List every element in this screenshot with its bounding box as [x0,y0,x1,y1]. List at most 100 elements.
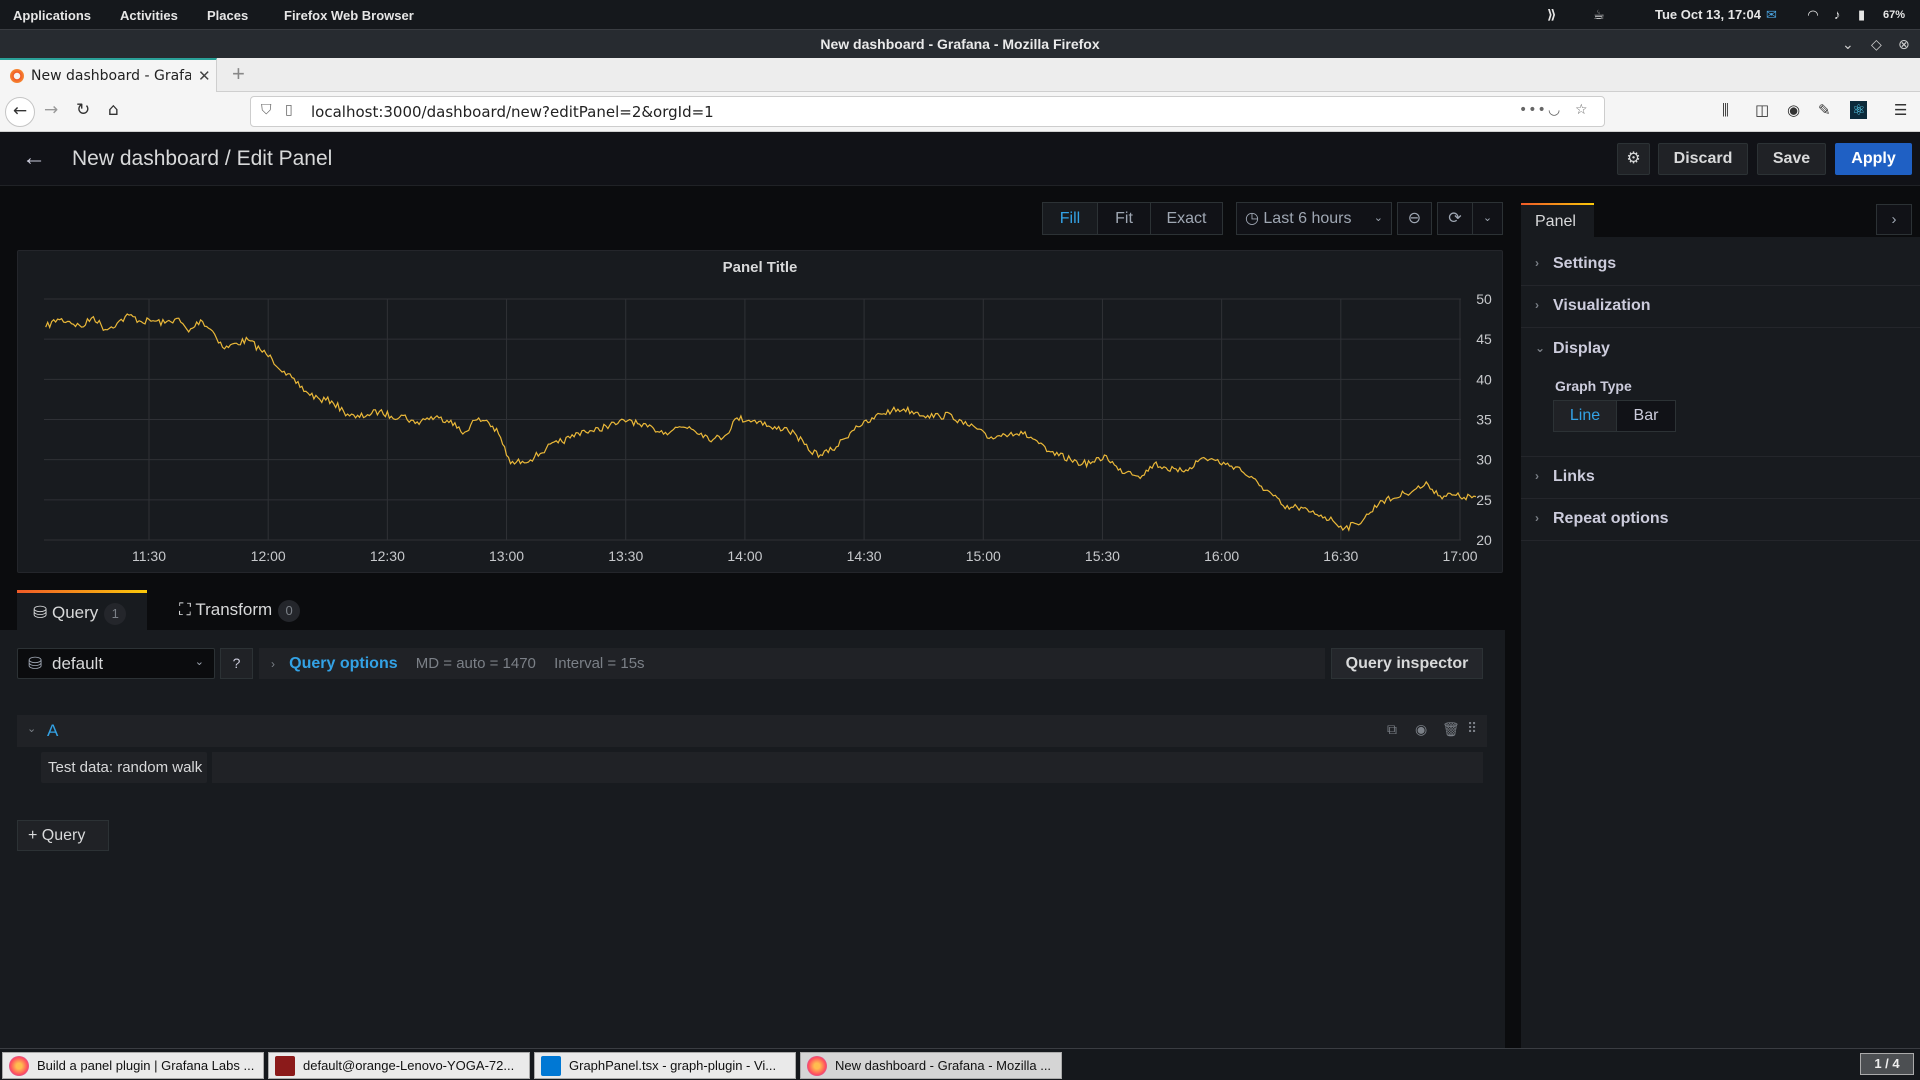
chevron-down-icon: ⌄ [194,656,204,668]
tracking-shield-icon[interactable]: ⛉ [261,102,272,118]
taskbar-item-active[interactable]: New dashboard - Grafana - Mozilla ... [800,1052,1062,1079]
battery-icon[interactable]: ▮ [1858,7,1865,23]
query-options-bar[interactable]: › Query options MD = auto = 1470 Interva… [259,648,1325,679]
query-ref-id[interactable]: A [47,721,58,741]
page-title: New dashboard / Edit Panel [72,147,333,170]
datasource-select[interactable]: ⛁ default ⌄ [17,648,215,679]
delete-query-trash-icon[interactable]: 🗑 [1442,721,1460,738]
section-display-label[interactable]: Display [1553,340,1610,358]
page-info-icon[interactable]: ▯ [285,102,293,118]
window-title-bar: New dashboard - Grafana - Mozilla Firefo… [0,30,1920,58]
workspace-indicator[interactable]: 1 / 4 [1860,1053,1914,1075]
series-line [45,313,1477,532]
section-settings[interactable]: › Settings [1521,244,1920,286]
y-tick-label: 25 [1476,492,1492,508]
applications-menu[interactable]: Applications [13,8,91,23]
account-icon[interactable]: ◉ [1787,101,1800,119]
places-menu[interactable]: Places [207,8,248,23]
interval-info: Interval = 15s [554,655,645,672]
query-row-header: ⌄ A ⧉ ◉ 🗑 ⠿ [17,715,1487,747]
time-range-picker[interactable]: ◷ Last 6 hours ⌄ [1236,202,1392,235]
reload-button[interactable]: ↻ [76,100,90,120]
x-tick-label: 14:30 [847,548,882,564]
maximize-icon[interactable]: ◇ [1871,30,1882,58]
taskbar-item[interactable]: default@orange-Lenovo-YOGA-72... [268,1052,530,1079]
section-visualization[interactable]: › Visualization [1521,286,1920,328]
tab-query[interactable]: ⛁ Query 1 [17,590,147,630]
section-repeat-options[interactable]: › Repeat options [1521,499,1920,541]
query-options-label[interactable]: Query options [289,655,397,672]
query-inspector-button[interactable]: Query inspector [1331,648,1483,679]
chevron-down-icon[interactable]: ⌄ [1535,341,1545,355]
add-query-label: Query [41,827,86,844]
active-app-menu[interactable]: Firefox Web Browser [284,8,414,23]
back-to-dashboard-icon[interactable]: ← [22,144,46,172]
taskbar-item[interactable]: GraphPanel.tsx - graph-plugin - Vi... [534,1052,796,1079]
size-mode-fit[interactable]: Fit [1097,202,1151,235]
discard-button[interactable]: Discard [1658,143,1748,175]
section-repeat-options-label: Repeat options [1553,510,1669,527]
bookmark-star-icon[interactable]: ☆ [1575,102,1588,118]
graph-type-line[interactable]: Line [1553,400,1617,432]
mail-icon[interactable]: ✉ [1766,7,1777,23]
url-bar[interactable]: ⛉ ▯ localhost:3000/dashboard/new?editPan… [250,96,1605,127]
size-mode-exact[interactable]: Exact [1150,202,1223,235]
taskbar-item-label: default@orange-Lenovo-YOGA-72... [303,1058,515,1073]
scenario-field[interactable] [212,752,1483,783]
coffee-icon[interactable]: ☕ [1593,7,1605,23]
save-button[interactable]: Save [1757,143,1826,175]
taskbar-item[interactable]: Build a panel plugin | Grafana Labs ... [2,1052,264,1079]
hamburger-menu-icon[interactable]: ☰ [1894,101,1907,119]
taskbar-item-label: New dashboard - Grafana - Mozilla ... [835,1058,1052,1073]
y-tick-label: 35 [1476,412,1492,428]
volume-icon[interactable]: ♪ [1834,7,1841,22]
url-text[interactable]: localhost:3000/dashboard/new?editPanel=2… [311,103,714,121]
sidebar-icon[interactable]: ◫ [1755,101,1769,119]
minimize-icon[interactable]: ⌄ [1842,30,1854,58]
tab-transform-label: Transform [195,600,273,619]
close-tab-icon[interactable]: ✕ [198,67,211,85]
zoom-out-icon[interactable]: ⊖ [1397,202,1432,235]
y-tick-label: 45 [1476,331,1492,347]
add-query-button[interactable]: + Query [17,820,109,851]
toggle-visibility-eye-icon[interactable]: ◉ [1415,721,1427,738]
chevron-right-icon: › [1535,511,1539,525]
tab-panel-options[interactable]: Panel [1521,203,1594,237]
size-mode-fill[interactable]: Fill [1042,202,1098,235]
browser-back-button[interactable]: ← [5,97,35,127]
react-devtools-icon[interactable]: ⚛ [1850,101,1868,119]
graph-type-bar[interactable]: Bar [1616,400,1676,432]
collapse-options-pane-icon[interactable]: › [1876,204,1912,235]
pocket-icon[interactable]: ◡ [1548,102,1560,118]
tab-transform[interactable]: ⛶ Transform 0 [179,590,301,630]
apply-button[interactable]: Apply [1835,143,1912,175]
browser-tab-active[interactable]: New dashboard - Grafana ✕ [0,58,217,92]
x-tick-label: 16:00 [1204,548,1239,564]
collapse-query-chevron-icon[interactable]: ⌄ [27,722,36,735]
new-tab-button[interactable]: + [232,61,245,87]
taskbar: Build a panel plugin | Grafana Labs ... … [0,1048,1920,1080]
chart: 20 25 30 35 40 45 50 11:30 12:00 12:30 13:00 13:30 1… [44,291,1492,564]
refresh-icon[interactable]: ⟳ [1437,202,1473,235]
close-window-icon[interactable]: ⊗ [1898,30,1910,58]
refresh-interval-chevron-icon[interactable]: ⌄ [1472,202,1503,235]
dashboard-settings-gear-icon[interactable]: ⚙ [1617,143,1650,175]
drag-handle-icon[interactable]: ⠿ [1467,720,1477,737]
home-button[interactable]: ⌂ [108,100,119,120]
transform-icon: ⛶ [179,600,196,619]
browser-forward-button[interactable]: → [44,100,58,120]
section-links[interactable]: › Links [1521,457,1920,499]
duplicate-query-icon[interactable]: ⧉ [1387,721,1397,738]
y-tick-label: 20 [1476,532,1492,548]
wifi-icon[interactable]: ◠ [1808,7,1818,23]
network-tray-icon[interactable]: ⟫ [1547,7,1556,23]
activities-menu[interactable]: Activities [120,8,178,23]
page-actions-icon[interactable]: ••• [1519,102,1547,118]
database-icon: ⛁ [33,603,52,622]
clock[interactable]: Tue Oct 13, 17:04 [1655,7,1761,22]
library-icon[interactable]: ⫼ [1722,101,1729,119]
datasource-help-icon[interactable]: ? [220,648,253,679]
section-visualization-label: Visualization [1553,297,1651,314]
vscode-icon [541,1056,561,1076]
extension-foot-icon[interactable]: ✎ [1818,101,1831,119]
